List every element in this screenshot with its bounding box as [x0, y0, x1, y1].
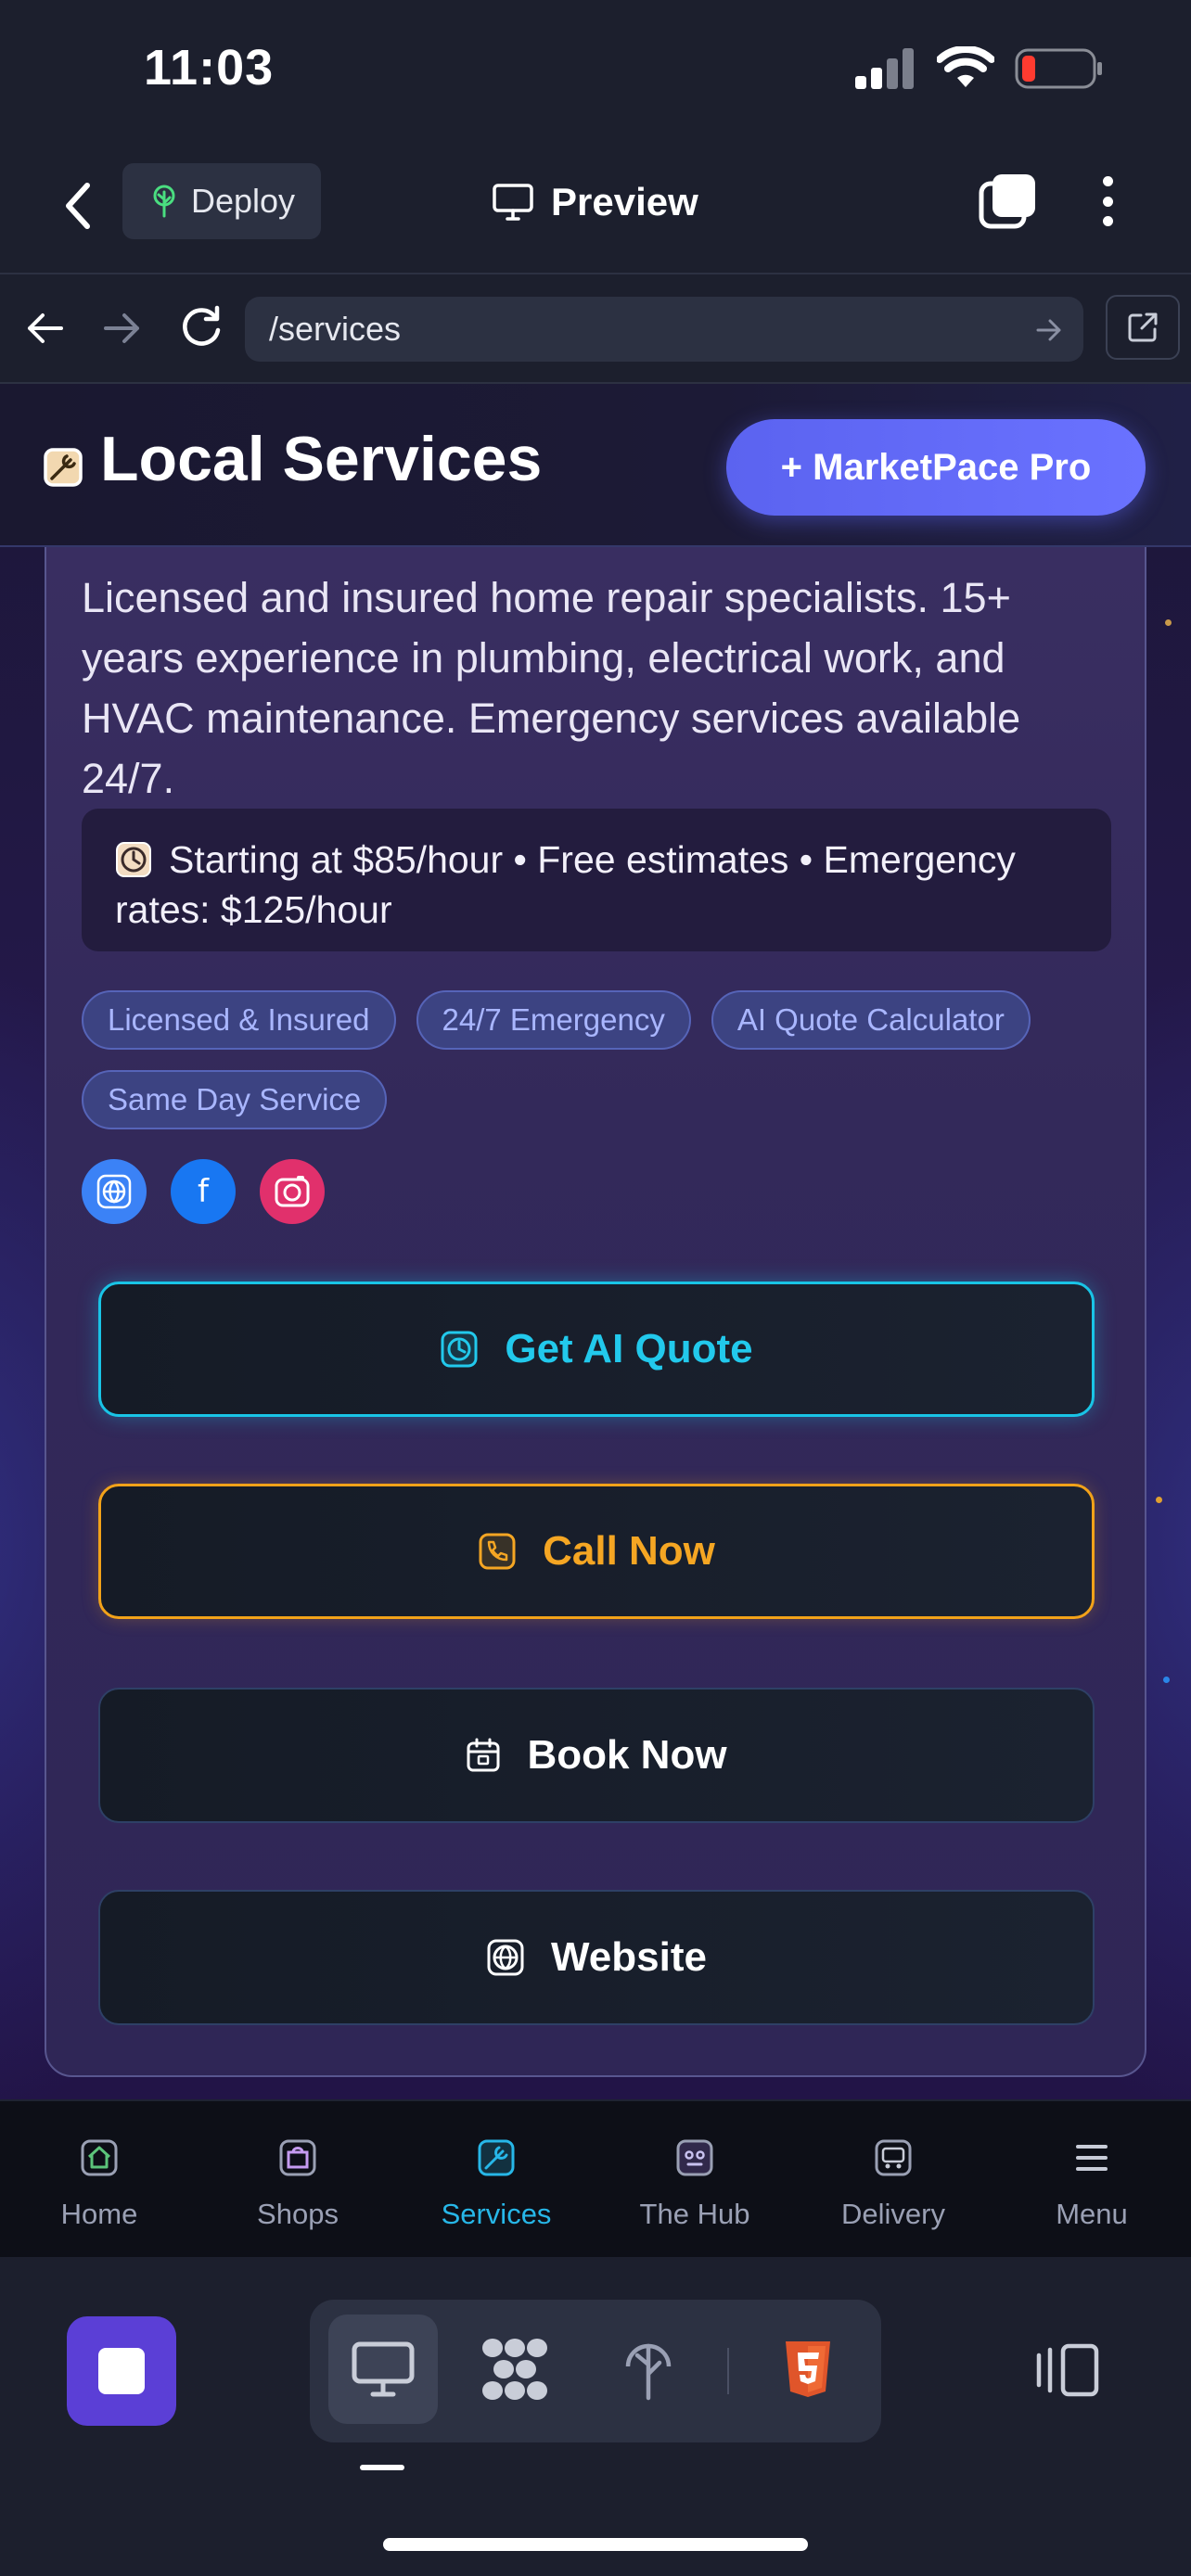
deploy-view-button[interactable]: [594, 2315, 703, 2424]
status-bar: 11:03: [0, 0, 1191, 139]
view-switcher: [310, 2300, 881, 2442]
home-indicator: [383, 2538, 808, 2551]
deploy-tree-icon: [625, 2343, 672, 2401]
globe-icon: [96, 1174, 132, 1209]
monitor-icon: [493, 184, 533, 221]
book-now-button[interactable]: Book Now: [98, 1688, 1095, 1823]
nav-menu-label: Menu: [1056, 2198, 1128, 2230]
nav-home[interactable]: Home: [0, 2101, 198, 2257]
deploy-label: Deploy: [191, 182, 296, 220]
agent-grid-icon: [482, 2339, 547, 2400]
nav-home-label: Home: [60, 2198, 138, 2230]
facebook-icon: f: [198, 1173, 209, 1210]
web-preview: Local Services + MarketPace Pro Licensed…: [0, 384, 1191, 2099]
nav-delivery-label: Delivery: [841, 2198, 945, 2230]
site-bottom-nav: Home Shops Services The Hub Delivery Men…: [0, 2099, 1191, 2257]
nav-the-hub[interactable]: The Hub: [596, 2101, 794, 2257]
html-file-button[interactable]: [753, 2315, 863, 2424]
external-link-icon: [1128, 312, 1158, 342]
site-header: Local Services + MarketPace Pro: [0, 384, 1191, 547]
globe-icon: [487, 1939, 524, 1976]
nav-services[interactable]: Services: [397, 2101, 596, 2257]
bus-icon: [875, 2139, 912, 2176]
more-options-icon[interactable]: [1087, 172, 1128, 230]
preview-label: Preview: [551, 180, 698, 223]
tag-emergency: 24/7 Emergency: [416, 990, 691, 1050]
active-view-indicator: [360, 2465, 404, 2470]
service-description: Licensed and insured home repair special…: [82, 574, 1021, 802]
app-bar: Deploy Preview: [0, 139, 1191, 274]
decorative-dot: [1165, 619, 1172, 626]
tools-logo-icon: [44, 448, 83, 487]
social-links: f: [82, 1159, 325, 1224]
status-time: 11:03: [144, 40, 275, 96]
back-chevron-icon[interactable]: [56, 178, 102, 234]
editor-dock: [0, 2257, 1191, 2576]
website-button[interactable]: Website: [98, 1890, 1095, 2025]
split-layout-icon[interactable]: [1035, 2342, 1100, 2398]
reload-icon[interactable]: [178, 304, 224, 351]
calendar-icon: [467, 1738, 500, 1772]
browser-url-bar: /services: [0, 274, 1191, 384]
preview-view-button[interactable]: [328, 2315, 438, 2424]
nav-services-label: Services: [441, 2198, 552, 2230]
dock-separator: [727, 2348, 729, 2394]
html5-icon: [786, 2341, 830, 2397]
service-tags: Licensed & Insured 24/7 Emergency AI Quo…: [82, 990, 1111, 1129]
wrench-icon: [478, 2139, 515, 2176]
phone-icon: [479, 1533, 516, 1570]
call-now-label: Call Now: [543, 1528, 715, 1574]
hamburger-icon: [1076, 2145, 1108, 2171]
facebook-button[interactable]: f: [171, 1159, 236, 1224]
decorative-dot: [1156, 1497, 1162, 1503]
url-input[interactable]: /services: [245, 297, 1083, 362]
browser-back-icon[interactable]: [24, 310, 67, 347]
website-label: Website: [551, 1934, 707, 1980]
decorative-dot: [1163, 1677, 1170, 1683]
stop-button[interactable]: [67, 2316, 176, 2426]
robot-face-icon: [676, 2139, 713, 2176]
nav-delivery[interactable]: Delivery: [794, 2101, 992, 2257]
stop-icon: [98, 2348, 145, 2394]
preview-title: Preview: [492, 172, 698, 232]
nav-menu[interactable]: Menu: [992, 2101, 1191, 2257]
monitor-icon: [352, 2341, 415, 2397]
tag-ai-quote: AI Quote Calculator: [711, 990, 1031, 1050]
pricing-text: Starting at $85/hour • Free estimates • …: [115, 838, 1016, 931]
wifi-icon: [937, 46, 994, 87]
marketpace-pro-button[interactable]: + MarketPace Pro: [726, 419, 1146, 516]
open-external-button[interactable]: [1106, 295, 1180, 360]
nav-shops-label: Shops: [257, 2198, 339, 2230]
store-icon: [81, 2139, 118, 2176]
cellular-signal-icon: [855, 48, 914, 89]
book-now-label: Book Now: [527, 1732, 727, 1778]
clock-icon: [116, 842, 151, 877]
tag-same-day: Same Day Service: [82, 1070, 388, 1129]
instagram-button[interactable]: [260, 1159, 325, 1224]
deploy-button[interactable]: Deploy: [122, 163, 321, 239]
nav-hub-label: The Hub: [639, 2198, 750, 2230]
page-title: Local Services: [100, 424, 543, 494]
tabs-switcher-icon[interactable]: [978, 171, 1039, 232]
instagram-icon: [275, 1176, 310, 1207]
url-text: /services: [269, 310, 402, 348]
apps-view-button[interactable]: [460, 2315, 570, 2424]
browser-forward-icon[interactable]: [100, 310, 143, 347]
deploy-tree-icon: [153, 185, 175, 218]
clock-icon: [441, 1331, 478, 1368]
website-social-button[interactable]: [82, 1159, 147, 1224]
ai-quote-label: Get AI Quote: [505, 1326, 753, 1371]
pricing-box: Starting at $85/hour • Free estimates • …: [82, 809, 1111, 951]
get-ai-quote-button[interactable]: Get AI Quote: [98, 1282, 1095, 1417]
call-now-button[interactable]: Call Now: [98, 1484, 1095, 1619]
service-card: Licensed and insured home repair special…: [45, 477, 1146, 2077]
tag-licensed: Licensed & Insured: [82, 990, 396, 1050]
nav-shops[interactable]: Shops: [198, 2101, 397, 2257]
battery-low-icon: [1015, 48, 1102, 89]
shopping-bag-icon: [279, 2139, 316, 2176]
go-arrow-icon[interactable]: [1035, 317, 1063, 343]
